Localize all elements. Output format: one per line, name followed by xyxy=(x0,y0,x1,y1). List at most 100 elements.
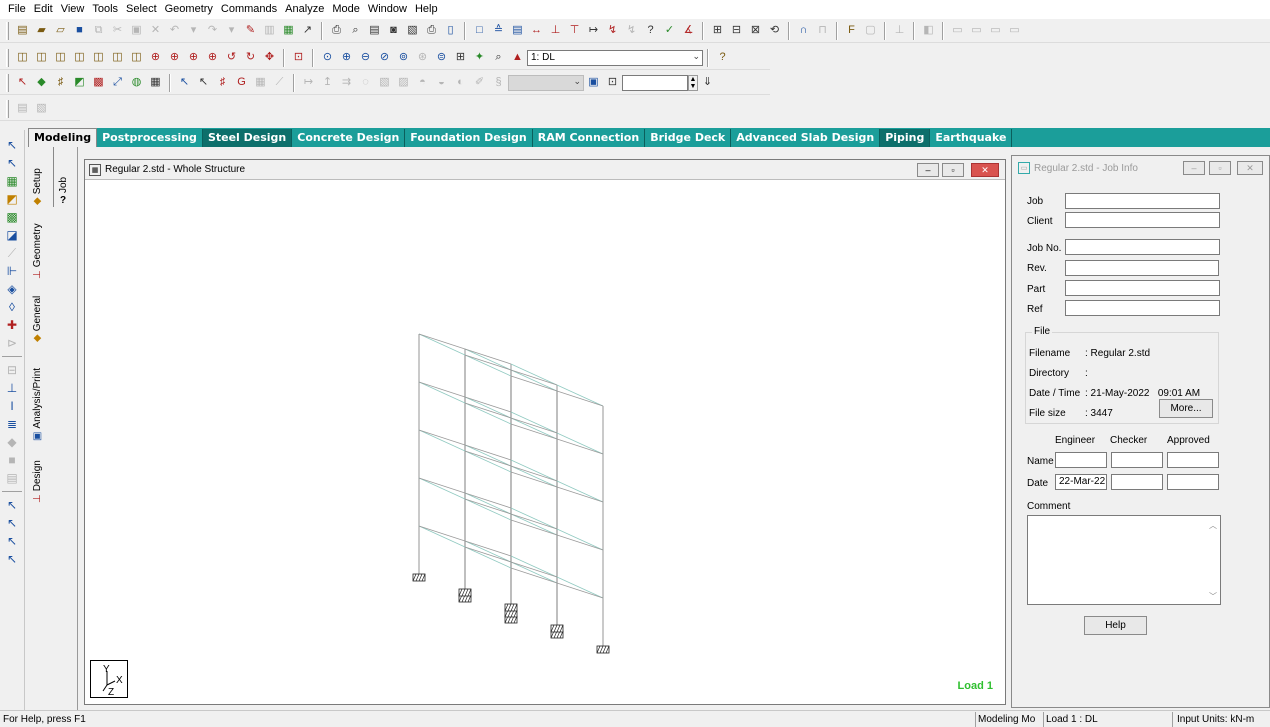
more-button[interactable]: More... xyxy=(1159,399,1213,418)
frame-member[interactable] xyxy=(510,465,558,482)
maximize-button[interactable]: ▫ xyxy=(1209,161,1231,175)
redo-icon[interactable]: ↷ xyxy=(205,23,220,38)
frame-member[interactable] xyxy=(464,348,512,371)
plates-cursor-icon[interactable]: ◩ xyxy=(2,190,22,208)
frame-member[interactable] xyxy=(510,465,558,488)
frame-member[interactable] xyxy=(510,555,558,578)
snap-grid-icon[interactable]: ♯ xyxy=(215,75,230,90)
frame-member[interactable] xyxy=(418,429,466,446)
cut-icon[interactable]: ✂ xyxy=(110,23,125,38)
report-cursor-icon[interactable]: ▤ xyxy=(2,469,22,487)
job-query-icon[interactable]: ? xyxy=(60,195,66,206)
menu-select[interactable]: Select xyxy=(122,0,161,19)
hatch-alt-icon[interactable]: ▨ xyxy=(396,75,411,90)
zoom-in-icon[interactable]: ⊕ xyxy=(339,50,354,65)
toolbar-grip[interactable] xyxy=(6,21,9,40)
arrow-right-icon[interactable]: ↦ xyxy=(301,75,316,90)
structure-window-title-bar[interactable]: ▦ Regular 2.std - Whole Structure – ▫ ✕ xyxy=(85,160,1005,180)
frame-member[interactable] xyxy=(464,492,512,515)
frame-member[interactable] xyxy=(556,486,604,503)
frame-member[interactable] xyxy=(418,381,466,404)
text-tool-icon[interactable]: ≙ xyxy=(491,23,506,38)
toolbar-grip[interactable] xyxy=(6,48,9,67)
menu-analyze[interactable]: Analyze xyxy=(281,0,328,19)
check-icon[interactable]: ✓ xyxy=(662,23,677,38)
frame-member[interactable] xyxy=(464,402,512,419)
frame-member[interactable] xyxy=(510,513,558,536)
query-icon[interactable]: ? xyxy=(643,23,658,38)
wizard-icon[interactable]: ✎ xyxy=(243,23,258,38)
clipboard-icon[interactable]: ▥ xyxy=(262,23,277,38)
open-folder-icon[interactable]: ▰ xyxy=(34,23,49,38)
support-icon[interactable]: ⊥ xyxy=(892,23,907,38)
add-node-icon[interactable]: ✚ xyxy=(2,316,22,334)
structure-icon[interactable]: ▦ xyxy=(281,23,296,38)
rotate-right-icon[interactable]: ⊕ xyxy=(205,50,220,65)
frame-member[interactable] xyxy=(464,354,512,377)
rotate-up-icon[interactable]: ⊕ xyxy=(148,50,163,65)
pick-disabled-icon[interactable]: ↯ xyxy=(624,23,639,38)
toolbar-grip[interactable] xyxy=(6,73,9,92)
frame-member[interactable] xyxy=(510,417,558,434)
part-field[interactable] xyxy=(1065,280,1220,296)
snapshot-icon[interactable]: ◙ xyxy=(386,23,401,38)
scroll-down-icon[interactable]: ﹀ xyxy=(1209,591,1217,602)
help-query-icon[interactable]: ? xyxy=(715,50,730,65)
maximize-button[interactable]: ▫ xyxy=(942,163,964,177)
mode-tab-steel-design[interactable]: Steel Design xyxy=(202,129,293,147)
menu-window[interactable]: Window xyxy=(364,0,411,19)
member-view-icon[interactable]: ⊟ xyxy=(729,23,744,38)
frame-member[interactable] xyxy=(464,402,512,425)
spec-cursor-icon[interactable]: ≣ xyxy=(2,415,22,433)
frame-member[interactable] xyxy=(510,561,558,578)
save-view-icon[interactable]: ▭ xyxy=(950,23,965,38)
checker-date-field[interactable] xyxy=(1111,474,1163,490)
frame-member[interactable] xyxy=(510,471,558,488)
zoom-out-icon[interactable]: ⊖ xyxy=(358,50,373,65)
job-field[interactable] xyxy=(1065,193,1220,209)
engineer-name-field[interactable] xyxy=(1055,452,1107,468)
dimension-icon[interactable]: ↔ xyxy=(529,23,544,38)
node-number-icon[interactable]: ↖ xyxy=(15,75,30,90)
member-table-icon[interactable]: ↖ xyxy=(2,550,22,568)
beam-number-icon[interactable]: ◆ xyxy=(34,75,49,90)
group-cursor-icon[interactable]: ◆ xyxy=(2,433,22,451)
mode-tab-bridge-deck[interactable]: Bridge Deck xyxy=(645,129,732,147)
delete-icon[interactable]: ✕ xyxy=(148,23,163,38)
beam-query-icon[interactable]: ⊥ xyxy=(548,23,563,38)
frame-member[interactable] xyxy=(418,525,466,548)
menu-file[interactable]: File xyxy=(4,0,30,19)
cursor-beam-icon[interactable]: ↖ xyxy=(196,75,211,90)
approved-name-field[interactable] xyxy=(1167,452,1219,468)
zoom-next-icon[interactable]: ⊛ xyxy=(415,50,430,65)
open-view-icon[interactable]: ▭ xyxy=(969,23,984,38)
menu-geometry[interactable]: Geometry xyxy=(161,0,217,19)
view-right-icon[interactable]: ◫ xyxy=(91,50,106,65)
frame-member[interactable] xyxy=(418,333,466,356)
member-edit-icon[interactable]: ↖ xyxy=(2,514,22,532)
loads-cursor-icon[interactable]: ◊ xyxy=(2,298,22,316)
translate-icon[interactable]: ✥ xyxy=(262,50,277,65)
tab-geometry[interactable]: ⊥ Geometry xyxy=(32,223,43,279)
frame-icon[interactable]: ⊓ xyxy=(815,23,830,38)
store-view-icon[interactable]: ▭ xyxy=(988,23,1003,38)
manage-view-icon[interactable]: ▭ xyxy=(1007,23,1022,38)
frame-member[interactable] xyxy=(418,477,466,494)
distance-icon[interactable]: ↦ xyxy=(586,23,601,38)
frame-member[interactable] xyxy=(556,438,604,455)
solid-number-icon[interactable]: ▩ xyxy=(91,75,106,90)
new-view-icon[interactable]: ✦ xyxy=(472,50,487,65)
arch-icon[interactable]: ∩ xyxy=(796,23,811,38)
comment-field[interactable]: ︿ ﹀ xyxy=(1027,515,1221,605)
block-icon[interactable]: ■ xyxy=(2,451,22,469)
scroll-up-icon[interactable]: ︿ xyxy=(1209,520,1217,531)
structure-view-icon[interactable]: ⊞ xyxy=(710,23,725,38)
frame-member[interactable] xyxy=(418,429,466,452)
select-cursor-icon[interactable]: ↖ xyxy=(2,136,22,154)
plate-number-icon[interactable]: ◩ xyxy=(72,75,87,90)
frame-member[interactable] xyxy=(510,363,558,386)
frame-member[interactable] xyxy=(510,561,558,584)
open-recent-icon[interactable]: ▱ xyxy=(53,23,68,38)
value-input[interactable] xyxy=(622,74,688,91)
solids-cursor-icon[interactable]: ▩ xyxy=(2,208,22,226)
